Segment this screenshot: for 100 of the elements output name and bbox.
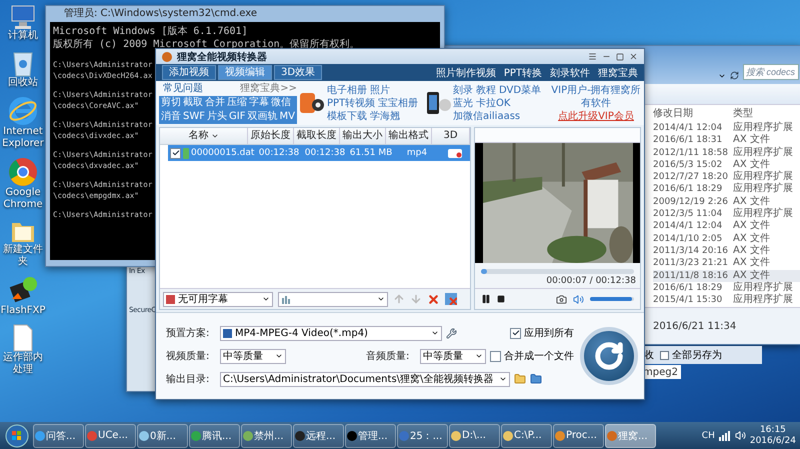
taskbar-button[interactable]: D:\... (449, 424, 500, 448)
volume-icon[interactable] (573, 294, 584, 304)
column-header[interactable]: 类型 (733, 105, 800, 122)
check-icon (512, 329, 520, 337)
app-icon (295, 430, 305, 440)
column-header[interactable]: 截取长度 (294, 128, 340, 144)
faq-link[interactable]: GIF (229, 110, 246, 124)
ad-link[interactable]: 模板下载 (327, 110, 367, 122)
output-folder-dropdown[interactable]: C:\Users\Administrator\Documents\狸窝\全能视频转换器 (220, 372, 510, 386)
faq-link[interactable]: 片头 (207, 110, 227, 124)
faq-link[interactable]: 微信 (271, 96, 291, 110)
file-row[interactable]: 00000015.dat 00:12:38 00:12:38 61.51 MB mp4 (168, 145, 470, 161)
column-header[interactable]: 输出格式 (386, 128, 432, 144)
video-quality-dropdown[interactable]: 中等质量 (220, 348, 286, 364)
taskbar-button[interactable]: 远程... (293, 424, 344, 448)
taskbar-button[interactable]: 腾讯... (189, 424, 240, 448)
taskbar-button[interactable]: 问答... (33, 424, 84, 448)
ad-link[interactable]: 照片 (370, 84, 390, 96)
toolbar-tab[interactable]: 添加视频 (162, 65, 216, 80)
taskbar-button[interactable]: C:\P... (501, 424, 552, 448)
stop-icon[interactable] (497, 295, 505, 303)
top-link[interactable]: PPT转换 (504, 66, 542, 80)
preset-label: 预置方案: (166, 326, 210, 340)
delete-icon[interactable] (427, 292, 440, 306)
top-link[interactable]: 照片制作视频 (436, 66, 496, 80)
pause-icon[interactable] (481, 294, 491, 304)
3d-glasses-icon[interactable] (448, 148, 462, 158)
video-quality-label: 视频质量: (166, 350, 210, 363)
signal-icon[interactable] (718, 430, 731, 440)
subtitle-dropdown[interactable]: 无可用字幕 (163, 292, 273, 306)
wrench-icon[interactable] (446, 328, 457, 338)
volume-icon[interactable] (734, 430, 746, 441)
ad-link[interactable]: PPT转视频 (327, 96, 376, 110)
shortcut-label[interactable]: 计算机 (0, 30, 46, 42)
audio-quality-dropdown[interactable]: 中等质量 (420, 348, 486, 364)
maximize-icon[interactable] (616, 52, 624, 60)
faq-link[interactable]: 截取 (183, 96, 203, 110)
ad-link[interactable]: 宝宝相册 (378, 96, 418, 110)
taskbar-button[interactable]: 管理... (345, 424, 396, 448)
clock[interactable]: 16:15 2016/6/24 (750, 424, 796, 446)
vip-upgrade-link[interactable]: 点此升级VIP会员 (558, 110, 634, 122)
app-icon (399, 430, 409, 440)
taskbar-button[interactable]: UCe... (85, 424, 136, 448)
faq-link[interactable]: 压缩 (227, 96, 247, 110)
save-all-button[interactable]: 全部另存为 (660, 348, 722, 362)
merge-checkbox[interactable]: 合并成一个文件 (490, 349, 574, 363)
toolbar-tab[interactable]: 3D效果 (274, 65, 322, 80)
folder-icon[interactable] (514, 373, 526, 385)
audio-track-dropdown[interactable] (278, 292, 388, 306)
ad-link[interactable]: 教程 (476, 84, 496, 96)
type-cell-text: 应用程序扩展 (733, 282, 794, 294)
shortcut-label[interactable]: 运作部内处理 (0, 352, 46, 376)
more-link[interactable]: 狸窝宝典>> (240, 82, 297, 96)
snapshot-icon[interactable] (556, 294, 567, 304)
taskbar-button[interactable]: 0新... (137, 424, 188, 448)
faq-link[interactable]: 双画轨 (247, 110, 278, 124)
close-icon[interactable] (629, 52, 638, 61)
faq-link[interactable]: 消音 (161, 110, 181, 124)
apply-all-checkbox[interactable]: 应用到所有 (510, 326, 574, 340)
search-field[interactable]: 搜索 codecs (743, 64, 799, 80)
shortcut-label[interactable]: 回收站 (0, 77, 46, 89)
column-header[interactable]: 名称 (160, 128, 248, 144)
language-indicator[interactable]: CH (702, 430, 715, 440)
ad-link[interactable]: DVD菜单 (499, 84, 542, 96)
shortcut-label[interactable]: 新建文件夹 (0, 244, 46, 268)
toolbar-tab[interactable]: 视频编辑 (218, 65, 272, 80)
volume-slider[interactable] (590, 297, 634, 301)
ad-link[interactable]: 电子相册 (327, 84, 367, 96)
faq-link[interactable]: 剪切 (161, 96, 181, 110)
column-header[interactable]: 修改日期 (653, 105, 733, 122)
ad-link[interactable]: 刻录 (453, 84, 473, 96)
top-link[interactable]: 狸窝宝典 (598, 66, 638, 80)
output-size: 61.51 MB (348, 148, 394, 158)
faq-link[interactable]: 字幕 (249, 96, 269, 110)
file-checkbox[interactable] (170, 148, 181, 158)
type-cell-text: AX 文件 (733, 244, 771, 256)
type-cell-text: AX 文件 (733, 220, 771, 232)
faq-link[interactable]: SWF (183, 110, 205, 124)
folder-icon[interactable] (530, 373, 542, 385)
column-header[interactable]: 原始长度 (248, 128, 294, 144)
taskbar-button[interactable]: Proc... (553, 424, 604, 448)
preset-dropdown[interactable]: MP4-MPEG-4 Video(*.mp4) (220, 326, 442, 340)
ad-link[interactable]: 卡拉OK (476, 96, 510, 110)
ad-link[interactable]: 蓝光 (453, 96, 473, 110)
sort-caret-icon (210, 132, 218, 140)
menu-icon[interactable] (588, 52, 597, 61)
taskbar-button[interactable]: 禁州... (241, 424, 292, 448)
ad-link[interactable]: 学海翘 (370, 110, 400, 122)
column-header[interactable]: 3D (432, 128, 470, 144)
shortcut-label[interactable]: Google Chrome (0, 187, 46, 211)
top-link[interactable]: 刻录软件 (550, 66, 590, 80)
faq-link[interactable]: MV (279, 110, 295, 124)
taskbar-button[interactable]: 25：... (397, 424, 448, 448)
shortcut-label[interactable]: FlashFXP (0, 305, 46, 317)
ad-link[interactable]: 加微信ailiaass (453, 110, 520, 122)
faq-link[interactable]: 合并 (205, 96, 225, 110)
refresh-icon[interactable] (730, 71, 739, 80)
date-cell-text: 2016/6/1 18:29 (653, 183, 724, 196)
shortcut-label[interactable]: Internet Explorer (0, 126, 46, 150)
column-header[interactable]: 输出大小 (340, 128, 386, 144)
